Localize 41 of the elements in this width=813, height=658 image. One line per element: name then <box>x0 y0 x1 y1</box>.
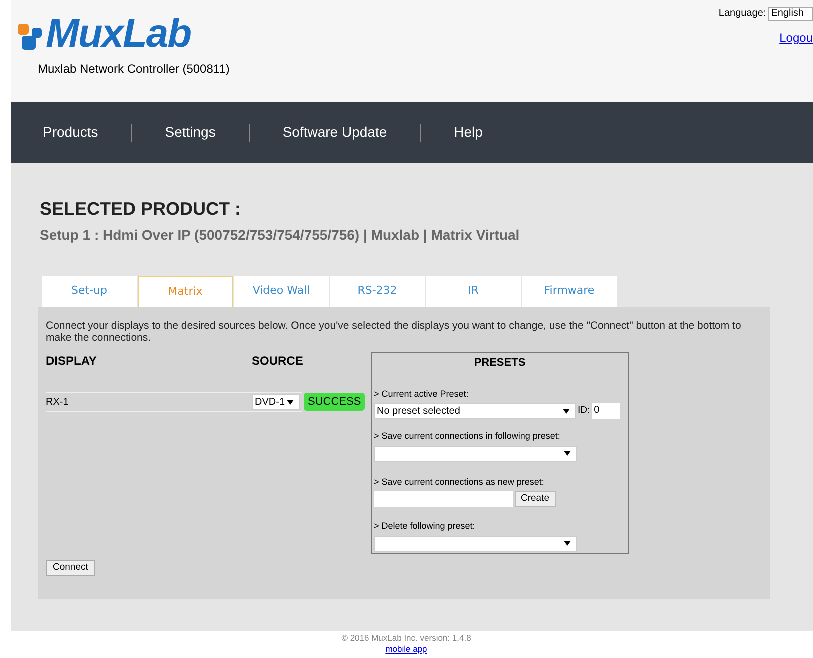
matrix-instructions: Connect your displays to the desired sources below. Once you've selected the displays you want to change, use the "Connect" button at the bottom to make the connections. <box>46 320 742 344</box>
nav-link[interactable]: Software Update <box>250 122 420 143</box>
delete-preset-select[interactable] <box>374 536 577 552</box>
column-header: SOURCE <box>252 353 304 370</box>
preset-name-field[interactable] <box>374 491 513 507</box>
nav-link[interactable]: Products <box>43 122 132 143</box>
display-name: RX-1 <box>46 396 70 410</box>
save-preset-select[interactable] <box>374 446 577 462</box>
tab[interactable]: IR <box>426 276 521 307</box>
connect-button[interactable]: Connect <box>46 560 96 576</box>
column-header: DISPLAY <box>46 353 98 370</box>
selected-product-name: Setup 1 : Hdmi Over IP (500752/753/754/755/756) | Muxlab | Matrix Virtual <box>40 226 521 246</box>
language-label: Language: <box>718 7 766 21</box>
id-field[interactable]: 0 <box>592 403 620 419</box>
controller-name: Muxlab Network Controller (500811) <box>38 61 230 78</box>
create-button[interactable]: Create <box>515 491 556 507</box>
caret-icon <box>564 451 571 456</box>
source-select[interactable]: DVD-1 <box>252 394 300 410</box>
tab[interactable]: Firmware <box>522 276 617 307</box>
current-preset-label: > Current active Preset: <box>374 388 470 400</box>
nav-link[interactable]: Help <box>421 122 516 143</box>
caret-icon <box>564 541 571 546</box>
copyright-text: © 2016 MuxLab Inc. version: 1.4.8 <box>342 633 472 644</box>
nav-link[interactable]: Settings <box>132 122 249 143</box>
tab[interactable]: RS-232 <box>330 276 425 307</box>
status-badge: SUCCESS <box>304 392 366 412</box>
tab[interactable]: Video Wall <box>234 276 329 307</box>
save-new-label: > Save current connections as new preset: <box>374 476 546 489</box>
logo-text: MuxLab <box>46 14 192 54</box>
tab[interactable]: Set-up <box>42 276 137 307</box>
caret-icon <box>287 400 294 404</box>
save-in-label: > Save current connections in following preset: <box>374 430 562 443</box>
language-select[interactable]: English <box>768 6 813 20</box>
id-label: ID: <box>578 404 590 418</box>
delete-label: > Delete following preset: <box>374 520 476 533</box>
selected-product-title: SELECTED PRODUCT : <box>40 198 242 221</box>
current-preset-select[interactable]: No preset selected <box>374 403 576 419</box>
logout-link[interactable]: Logou <box>780 29 813 47</box>
mobile-app-link[interactable]: mobile app <box>386 644 428 655</box>
caret-icon <box>563 408 570 414</box>
presets-title: PRESETS <box>474 356 526 371</box>
